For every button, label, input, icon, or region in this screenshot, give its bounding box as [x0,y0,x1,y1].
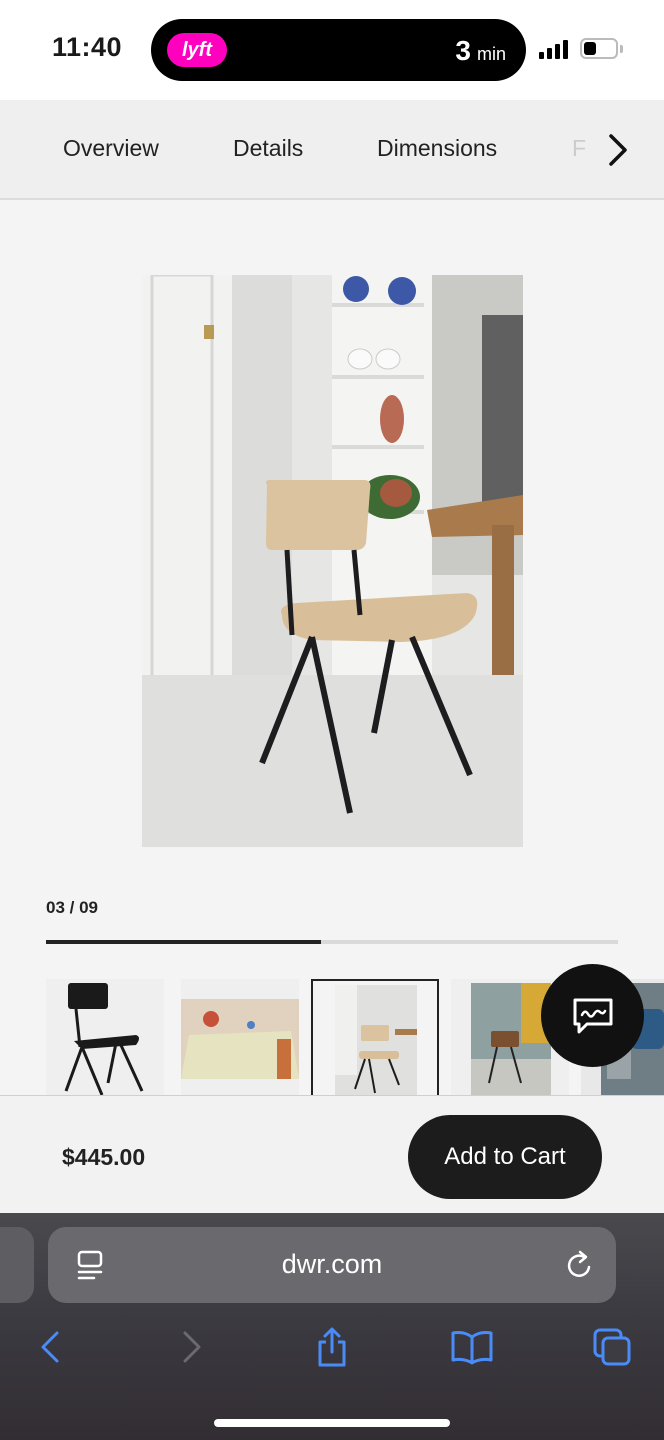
gallery-progress-fill [46,940,321,944]
tab-dimensions[interactable]: Dimensions [377,135,497,162]
chat-bubble-icon [573,998,612,1033]
tab-details[interactable]: Details [233,135,303,162]
product-price: $445.00 [62,1144,146,1170]
home-indicator [214,1419,450,1427]
lyft-logo: lyft [167,33,227,67]
share-icon[interactable] [310,1325,354,1369]
chat-button[interactable] [541,964,644,1067]
thumbnail-3-selected[interactable] [311,979,439,1095]
safari-toolbar: dwr.com [0,1213,664,1440]
add-to-cart-button[interactable]: Add to Cart [408,1115,602,1199]
gallery-progress-bar [46,940,618,944]
product-tab-nav: Overview Details Dimensions F [0,100,664,200]
tab-overview[interactable]: Overview [63,135,159,162]
eta-value: 3 [455,35,471,66]
battery-icon [580,38,618,59]
bookmarks-icon[interactable] [450,1325,494,1369]
thumbnail-2[interactable] [181,979,299,1095]
address-bar[interactable]: dwr.com [48,1227,616,1303]
reload-icon[interactable] [564,1249,594,1281]
forward-icon[interactable] [170,1325,214,1369]
battery-tip [620,45,623,53]
tabs-icon[interactable] [590,1325,634,1369]
status-bar: 11:40 lyft 3 min [0,0,664,100]
page: 11:40 lyft 3 min Overview Details Dimens… [0,0,664,1440]
previous-tab-preview[interactable] [0,1227,34,1303]
eta-unit: min [476,44,506,64]
back-icon[interactable] [28,1325,72,1369]
cellular-signal-icon [539,39,568,59]
dynamic-island-lyft[interactable]: lyft 3 min [151,19,526,81]
chevron-right-icon[interactable] [598,130,638,170]
eta: 3 min [455,35,506,67]
thumbnail-1[interactable] [46,979,164,1095]
gallery-counter: 03 / 09 [46,898,98,917]
product-main-image[interactable] [142,275,523,847]
status-time: 11:40 [52,32,123,62]
url-text: dwr.com [281,1249,383,1279]
tab-partial[interactable]: F [572,135,586,162]
purchase-bar: $445.00 Add to Cart [0,1095,664,1213]
